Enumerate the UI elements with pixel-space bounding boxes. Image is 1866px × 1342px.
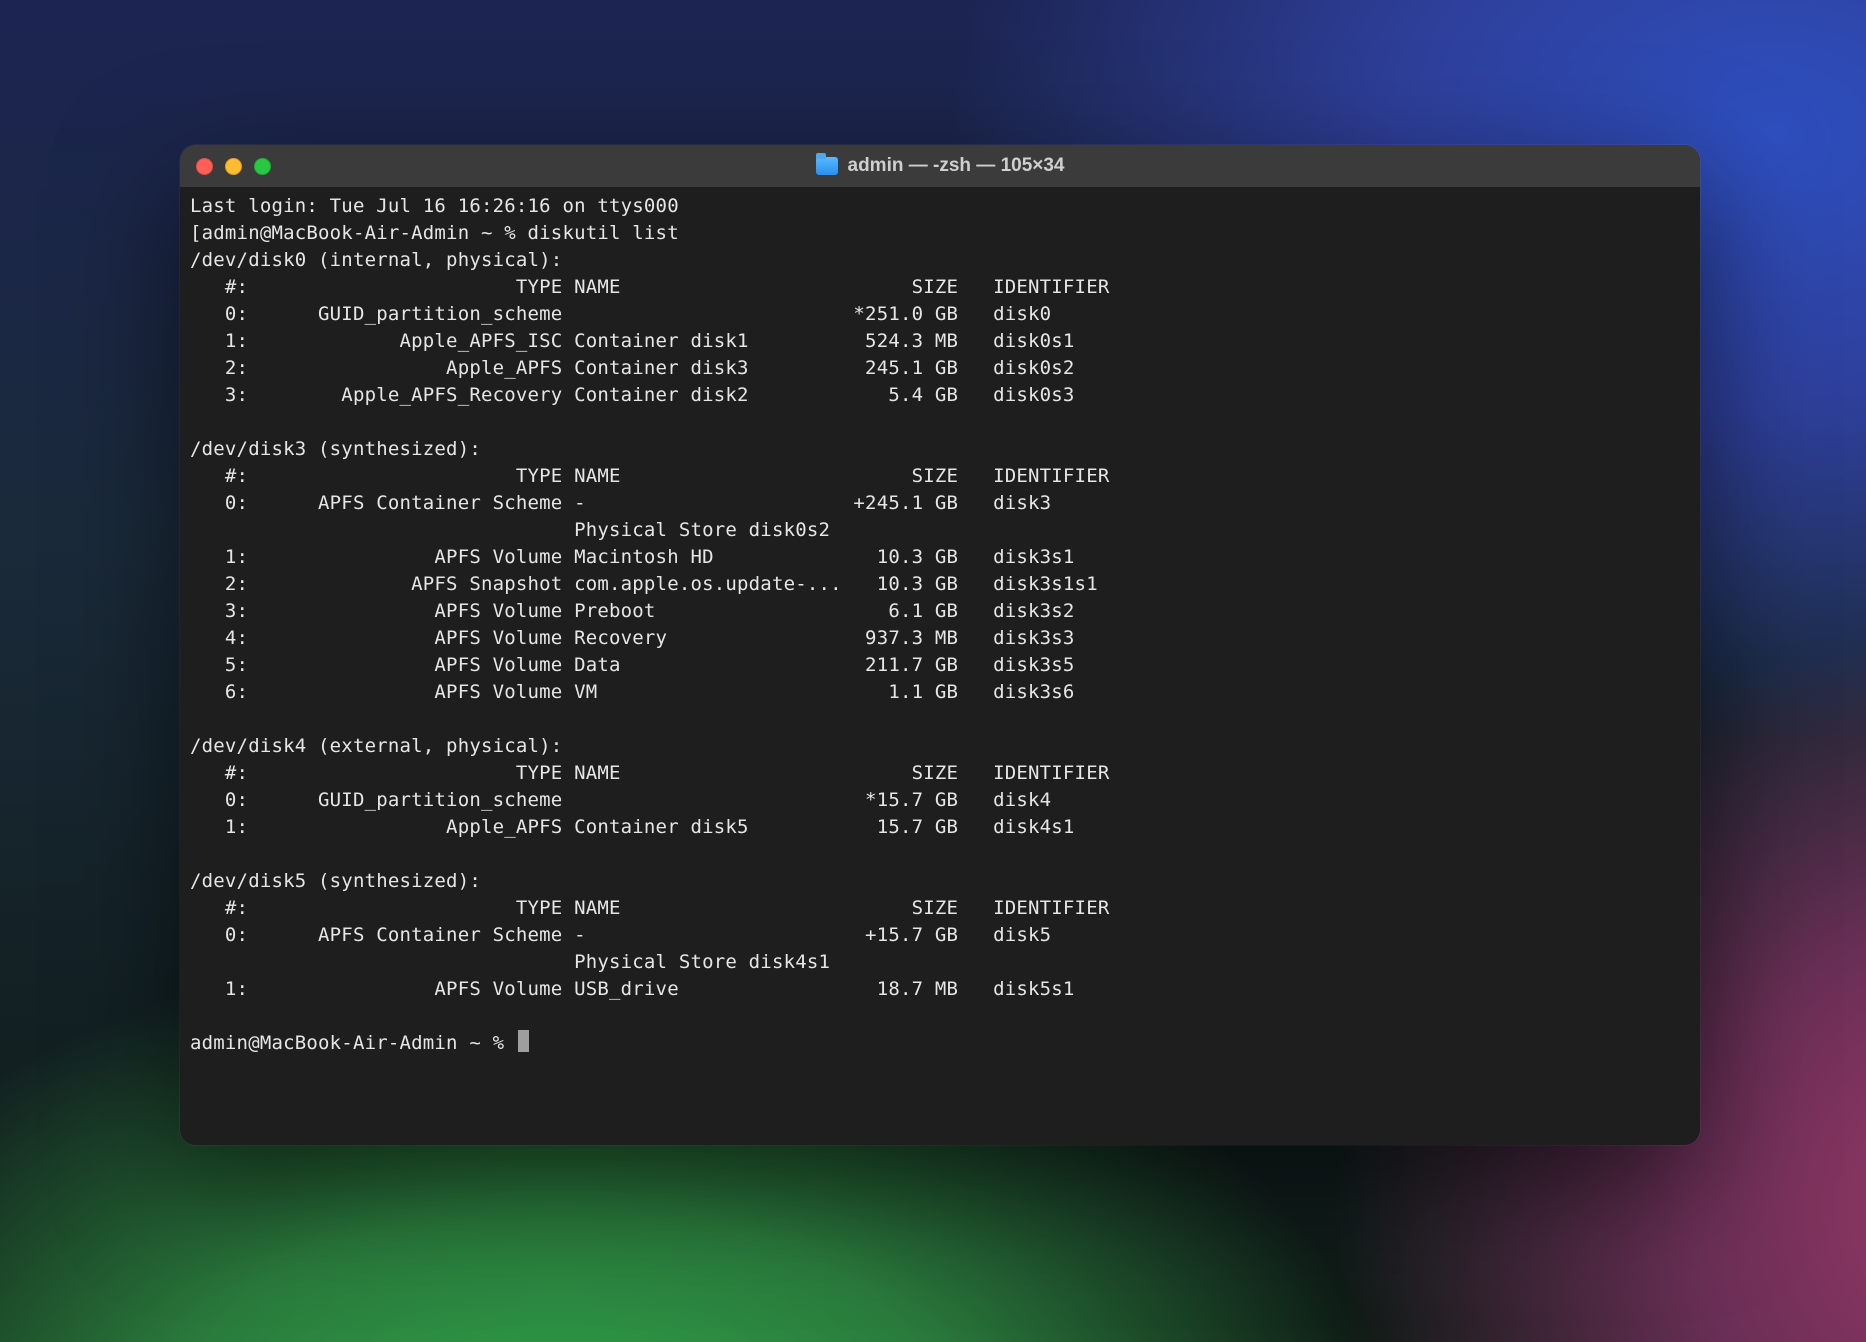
minimize-button[interactable] xyxy=(225,158,242,175)
terminal-cursor xyxy=(518,1030,529,1052)
close-button[interactable] xyxy=(196,158,213,175)
traffic-lights xyxy=(196,158,271,175)
terminal-body[interactable]: Last login: Tue Jul 16 16:26:16 on ttys0… xyxy=(180,187,1700,1145)
zoom-button[interactable] xyxy=(254,158,271,175)
terminal-window: admin — -zsh — 105×34 Last login: Tue Ju… xyxy=(180,145,1700,1145)
folder-icon xyxy=(816,157,838,175)
window-title: admin — -zsh — 105×34 xyxy=(180,155,1700,177)
window-title-text: admin — -zsh — 105×34 xyxy=(848,155,1065,177)
window-titlebar[interactable]: admin — -zsh — 105×34 xyxy=(180,145,1700,187)
terminal-output[interactable]: Last login: Tue Jul 16 16:26:16 on ttys0… xyxy=(190,193,1690,1057)
